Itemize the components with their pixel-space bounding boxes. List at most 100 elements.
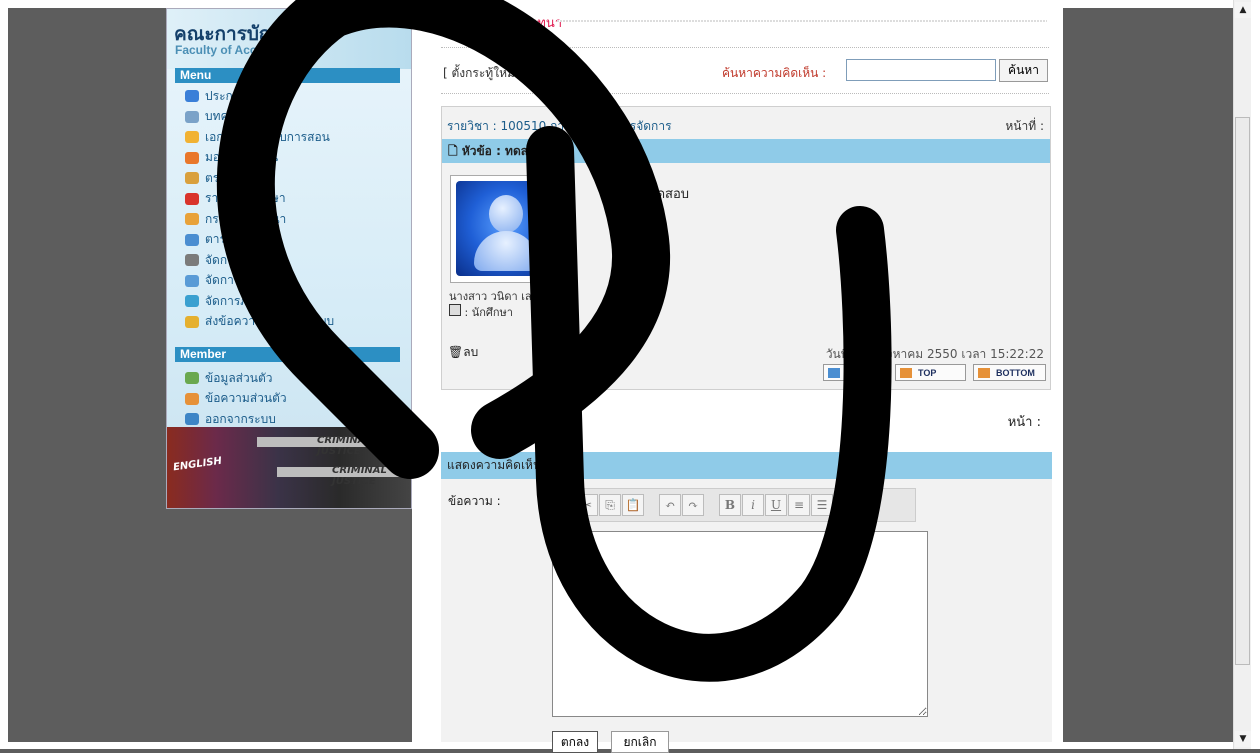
edit-source-icon[interactable]: ✎ [848, 494, 870, 516]
copy-icon[interactable]: ⎘ [599, 494, 621, 516]
page-top-border [0, 0, 1260, 8]
logout-icon [185, 413, 199, 425]
cut-icon[interactable]: ✂ [576, 494, 598, 516]
course-title: รายวิชา : 100510 การบัญชีเพื่อการจัดการ [447, 119, 672, 133]
unordered-list-icon[interactable]: ☰ [811, 494, 833, 516]
sidebar-item-webboard[interactable]: กระดานสนทนา [185, 209, 286, 229]
search-label: ค้นหาความคิดเห็น : [722, 66, 827, 80]
language-icon [185, 295, 199, 307]
vertical-scrollbar[interactable]: ▲ ▼ [1233, 0, 1252, 749]
menu-section-title: Menu [175, 68, 400, 83]
main-content: กระดานสนทนา [ ตั้งกระทู้ใหม่ ] ค้นหาความ… [412, 8, 1063, 753]
book-text-english: ENGLISH [172, 455, 223, 474]
paste-icon[interactable]: 📋 [622, 494, 644, 516]
brand-title-english: Faculty of Accountancy [175, 43, 310, 57]
message-label: ข้อความ : [448, 494, 501, 508]
sidebar-item-student-list[interactable]: รายชื่อนักศึกษา [185, 189, 286, 209]
role-icon [449, 304, 461, 316]
check-work-icon [185, 172, 199, 184]
comment-editor[interactable] [552, 531, 928, 717]
bottom-label: BOTTOM [996, 367, 1035, 378]
board-title: กระดานสนทนา [474, 16, 563, 31]
right-border [1251, 0, 1260, 749]
sidebar-item-label: จัดการเมนู [205, 273, 261, 287]
sidebar-item-private-message[interactable]: ข้อความส่วนตัว [185, 389, 287, 409]
avatar-head [489, 195, 523, 233]
sidebar-item-course-manage[interactable]: จัดการรายวิชา [185, 250, 282, 270]
book-text-justice-2: CRIMINAL JUSTICE [332, 465, 387, 487]
pagination-label: หน้า : [1007, 415, 1041, 430]
member-section-title: Member [175, 347, 400, 362]
book-text-justice-1: CRIMINAL JUSTICE [317, 435, 372, 457]
author-role: : นักศึกษา [449, 303, 513, 321]
topic-icon: 🗋 [448, 144, 462, 158]
sidebar-item-language[interactable]: จัดการภาษา [185, 291, 270, 311]
topic-title: หัวข้อ : ทดสอบ [461, 144, 543, 158]
search-input[interactable] [846, 59, 996, 81]
editor-toolbar: ✂ ⎘ 📋 ↶ ↷ B i U ≡ ☰ ✎ [566, 488, 916, 522]
italic-icon[interactable]: i [742, 494, 764, 516]
author-role-text: : นักศึกษา [464, 306, 513, 319]
sidebar-item-label: ข้อมูลส่วนตัว [205, 370, 273, 385]
sidebar-item-logout[interactable]: ออกจากระบบ [185, 409, 276, 429]
sidebar-item-label: กระดานสนทนา [205, 211, 287, 226]
search-button[interactable]: ค้นหา [999, 59, 1048, 82]
announcement-icon [185, 90, 199, 102]
page-label: หน้าที่ : [1005, 119, 1044, 133]
arrow-up-icon [900, 367, 912, 378]
sidebar-item-document[interactable]: เอกสารประกอบการสอน [185, 127, 330, 147]
cancel-button[interactable]: ยกเลิก [611, 731, 669, 753]
redo-icon[interactable]: ↷ [682, 494, 704, 516]
schedule-icon [185, 233, 199, 246]
post-box: รายวิชา : 100510 การบัญชีเพื่อการจัดการ … [441, 106, 1051, 390]
books-banner-image: ENGLISH CRIMINAL JUSTICE CRIMINAL JUSTIC… [167, 427, 411, 508]
sidebar-item-article[interactable]: บทความ [185, 107, 250, 127]
underline-icon[interactable]: U [765, 494, 787, 516]
sidebar: คณะการบัญชี Faculty of Accountancy Menu … [166, 8, 412, 509]
sidebar-item-label: รายชื่อนักศึกษา [205, 191, 286, 205]
bottom-button[interactable]: BOTTOM [973, 364, 1046, 381]
sidebar-item-announcement[interactable]: ประกาศ [185, 86, 247, 106]
scroll-up-icon[interactable]: ▲ [1235, 2, 1251, 18]
undo-icon[interactable]: ↶ [659, 494, 681, 516]
dotted-divider [441, 93, 1049, 95]
new-topic-link[interactable]: [ ตั้งกระทู้ใหม่ ] [443, 64, 523, 83]
sidebar-item-label: มอบหมายงาน [205, 150, 279, 164]
user-avatar-icon [456, 181, 556, 276]
post-body: ทดสอบทดสอบ [607, 187, 690, 202]
profile-icon [185, 372, 199, 384]
dotted-divider [441, 47, 1049, 49]
sidebar-item-schedule[interactable]: ตารางสอน [185, 230, 261, 250]
sidebar-item-label: ตารางสอน [205, 232, 262, 246]
article-icon [185, 110, 199, 123]
sidebar-item-assignment[interactable]: มอบหมายงาน [185, 148, 278, 168]
delete-link[interactable]: 🗑ลบ [448, 343, 478, 362]
arrow-down-icon [978, 367, 990, 378]
top-button[interactable]: TOP [895, 364, 966, 381]
sidebar-item-label: จัดการรายวิชา [205, 252, 283, 267]
sidebar-item-check-work[interactable]: ตรวจงาน [185, 168, 254, 188]
sidebar-item-label: ตรวจงาน [205, 170, 254, 185]
topic-bar: 🗋 หัวข้อ : ทดสอบ [442, 139, 1050, 163]
avatar [450, 175, 564, 283]
scroll-down-icon[interactable]: ▼ [1235, 731, 1251, 747]
title-divider [557, 20, 1047, 22]
bold-icon[interactable]: B [719, 494, 741, 516]
sidebar-item-message-admin[interactable]: ส่งข้อความถึงผู้ดูแลระบบ [185, 312, 334, 332]
webboard-header-icon [452, 9, 470, 26]
private-message-icon [185, 392, 199, 405]
comment-section-title: แสดงความคิดเห็น [441, 452, 1052, 479]
ok-button[interactable]: ตกลง [552, 731, 598, 753]
sidebar-item-label: บทความ [205, 109, 250, 123]
scroll-thumb[interactable] [1235, 117, 1250, 665]
message-admin-icon [185, 315, 199, 328]
top-label: TOP [918, 367, 937, 378]
ordered-list-icon[interactable]: ≡ [788, 494, 810, 516]
menu-manage-icon [185, 274, 199, 287]
reply-button[interactable]: REPLY [823, 364, 891, 381]
post-date: วันที่ : 09 สิงหาคม 2550 เวลา 15:22:22 [825, 347, 1044, 361]
sidebar-item-profile[interactable]: ข้อมูลส่วนตัว [185, 368, 272, 388]
avatar-body [474, 231, 538, 271]
sidebar-item-label: ข้อความส่วนตัว [205, 391, 287, 405]
sidebar-item-menu-manage[interactable]: จัดการเมนู [185, 271, 261, 291]
